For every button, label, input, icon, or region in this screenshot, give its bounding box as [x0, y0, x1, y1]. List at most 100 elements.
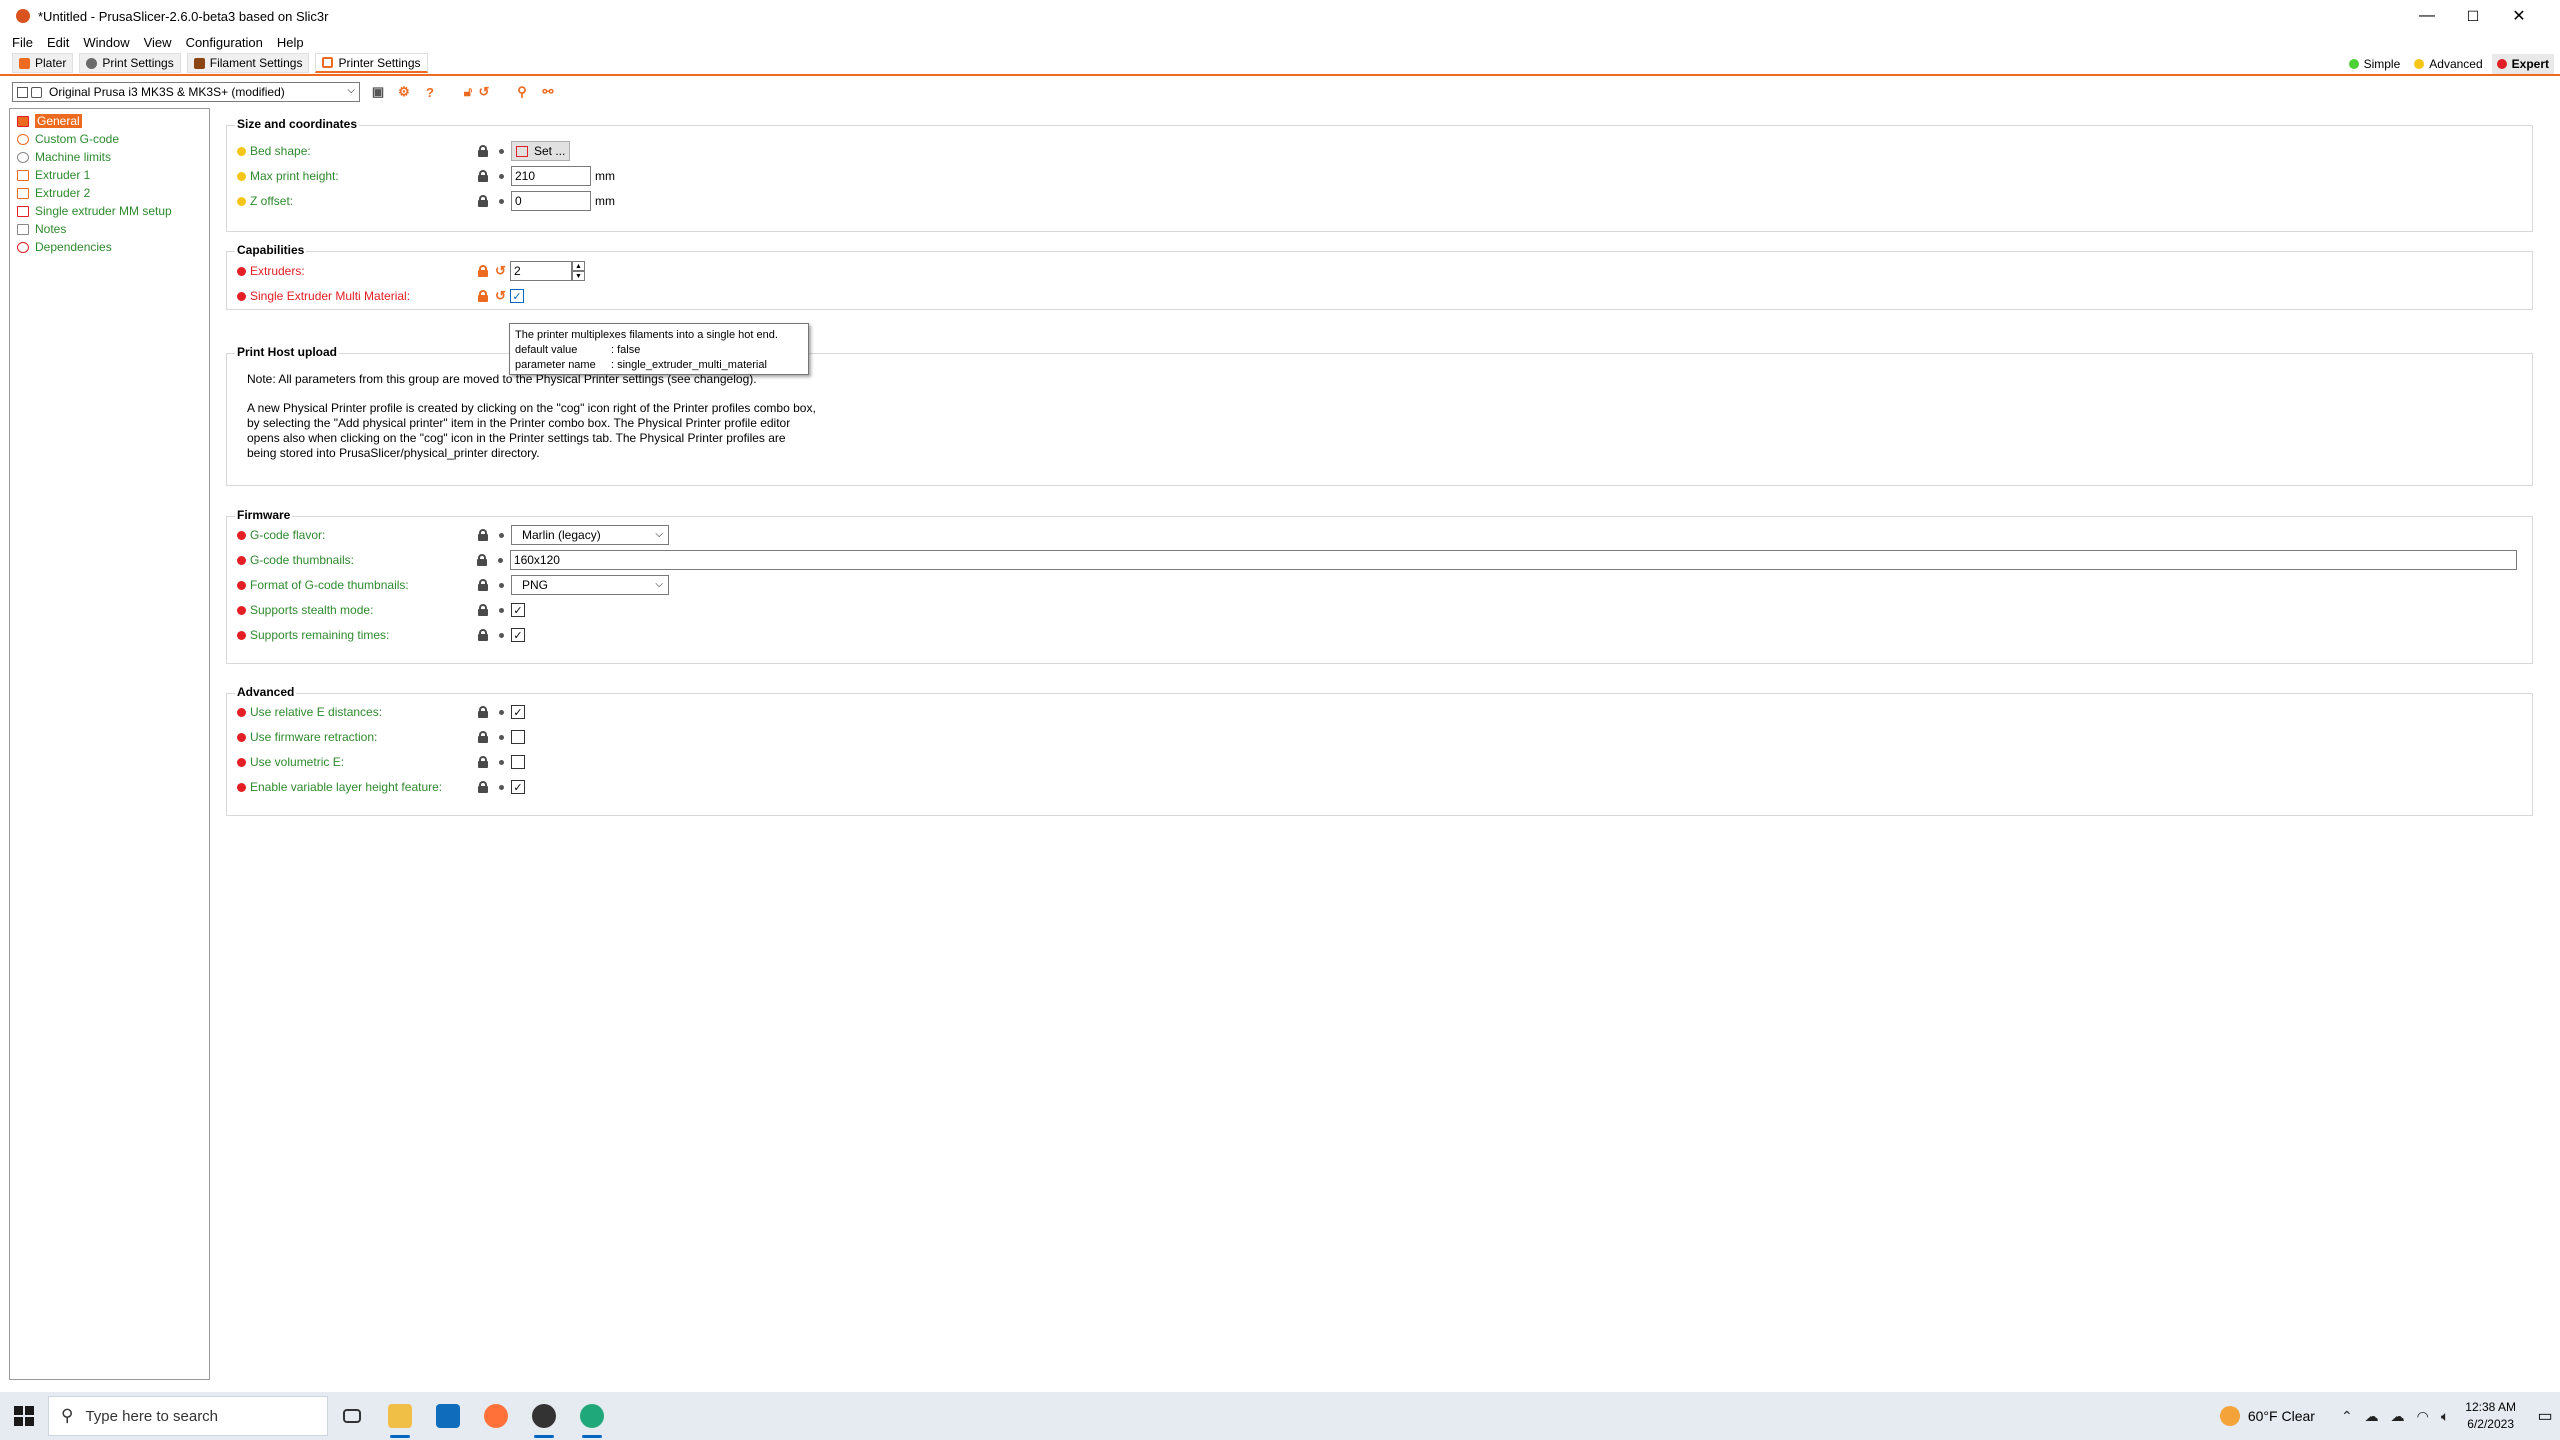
task-view-button[interactable]	[328, 1392, 376, 1440]
undo-icon[interactable]: ↺	[476, 84, 492, 100]
spin-up-icon[interactable]: ▲	[572, 261, 585, 271]
tab-plater[interactable]: Plater	[12, 53, 74, 73]
onedrive-icon[interactable]: ☁	[2365, 1408, 2379, 1425]
window-title: *Untitled - PrusaSlicer-2.6.0-beta3 base…	[38, 8, 329, 24]
close-button[interactable]: ✕	[2496, 0, 2542, 32]
sidebar-item-dependencies[interactable]: Dependencies	[10, 238, 209, 256]
lock-icon	[31, 86, 42, 98]
system-value-dot-icon	[499, 607, 504, 613]
notification-icon[interactable]: ▭	[2530, 1392, 2560, 1440]
max-print-height-input[interactable]: 210	[511, 166, 591, 186]
main-tab-bar: Plater Print Settings Filament Settings …	[0, 52, 2560, 76]
lock-icon[interactable]	[477, 579, 489, 591]
search-icon[interactable]: ⚲	[514, 84, 530, 100]
clock-time: 12:38 AM	[2465, 1400, 2516, 1414]
lock-open-icon[interactable]: 🔓︎	[460, 84, 476, 100]
volumetric-e-checkbox[interactable]	[511, 755, 525, 769]
clock[interactable]: 12:38 AM 6/2/2023	[2465, 1399, 2516, 1433]
extruder-icon	[17, 187, 29, 199]
option-label: Extruders:	[250, 264, 305, 278]
start-button[interactable]	[0, 1392, 48, 1440]
lock-icon[interactable]	[477, 756, 489, 768]
sidebar-item-machine-limits[interactable]: Machine limits	[10, 148, 209, 166]
tab-printer-settings[interactable]: Printer Settings	[315, 53, 428, 73]
mode-advanced[interactable]: Advanced	[2409, 54, 2487, 74]
expert-bullet-icon	[237, 266, 246, 276]
lock-icon[interactable]	[477, 170, 489, 182]
printer-preset-combo[interactable]: Original Prusa i3 MK3S & MK3S+ (modified…	[12, 82, 360, 102]
vertical-scrollbar[interactable]	[2543, 76, 2560, 1396]
menu-edit[interactable]: Edit	[47, 35, 69, 50]
host-description-text: A new Physical Printer profile is create…	[247, 401, 816, 460]
menu-configuration[interactable]: Configuration	[186, 35, 263, 50]
edge-icon	[580, 1404, 604, 1428]
tab-filament-settings[interactable]: Filament Settings	[186, 53, 310, 73]
menu-window[interactable]: Window	[83, 35, 129, 50]
mode-expert[interactable]: Expert	[2491, 54, 2554, 74]
gcode-flavor-select[interactable]: Marlin (legacy) ⌵	[511, 525, 669, 545]
minimize-button[interactable]: —	[2404, 0, 2450, 32]
option-gcode-thumbnails: G-code thumbnails: 160x120	[237, 549, 2517, 571]
sidebar-item-extruder-1[interactable]: Extruder 1	[10, 166, 209, 184]
lock-open-icon[interactable]	[477, 290, 489, 302]
option-label: Supports remaining times:	[250, 628, 390, 642]
z-offset-input[interactable]: 0	[511, 191, 591, 211]
relative-e-checkbox[interactable]: ✓	[511, 705, 525, 719]
sidebar-item-single-extruder-mm[interactable]: Single extruder MM setup	[10, 202, 209, 220]
system-value-dot-icon	[499, 532, 504, 538]
system-value-dot-icon	[499, 582, 504, 588]
undo-icon[interactable]: ↺	[495, 288, 507, 304]
weather-widget[interactable]: 60°F Clear	[2219, 1406, 2315, 1426]
gcode-thumbnails-input[interactable]: 160x120	[509, 550, 2517, 570]
save-preset-icon[interactable]: ▣	[370, 84, 386, 100]
lock-icon[interactable]	[477, 731, 489, 743]
lock-icon[interactable]	[477, 781, 489, 793]
spin-down-icon[interactable]: ▼	[572, 271, 585, 281]
lock-icon[interactable]	[477, 706, 489, 718]
sidebar-item-general[interactable]: General	[10, 112, 209, 130]
lock-icon[interactable]	[477, 195, 489, 207]
taskbar-edge[interactable]	[568, 1392, 616, 1440]
maximize-button[interactable]: ☐	[2450, 0, 2496, 32]
menu-help[interactable]: Help	[277, 35, 304, 50]
network-icon[interactable]: ◠	[2417, 1408, 2429, 1425]
thumbnail-format-select[interactable]: PNG ⌵	[511, 575, 669, 595]
lock-icon[interactable]	[477, 604, 489, 616]
question-icon[interactable]: ?	[422, 84, 438, 100]
firmware-retraction-checkbox[interactable]	[511, 730, 525, 744]
lock-open-icon[interactable]	[477, 265, 489, 277]
chevron-down-icon: ⌵	[347, 85, 355, 96]
expert-bullet-icon	[237, 782, 246, 792]
taskbar-file-explorer[interactable]	[376, 1392, 424, 1440]
lock-icon[interactable]	[477, 145, 489, 157]
bed-shape-set-button[interactable]: Set ...	[511, 141, 571, 161]
taskbar-prusaslicer[interactable]	[520, 1392, 568, 1440]
stealth-mode-checkbox[interactable]: ✓	[511, 603, 525, 617]
lock-icon[interactable]	[476, 554, 488, 566]
taskbar-firefox[interactable]	[472, 1392, 520, 1440]
variable-layer-height-checkbox[interactable]: ✓	[511, 780, 525, 794]
taskbar-search-box[interactable]: ⚲ Type here to search	[48, 1396, 328, 1436]
compare-icon[interactable]: ⚯	[540, 84, 556, 100]
cog-icon[interactable]: ⚙	[396, 84, 412, 100]
sidebar-item-notes[interactable]: Notes	[10, 220, 209, 238]
tab-print-settings[interactable]: Print Settings	[79, 53, 181, 73]
system-value-dot-icon	[499, 759, 504, 765]
sidebar-item-extruder-2[interactable]: Extruder 2	[10, 184, 209, 202]
group-capabilities: Capabilities Extruders: ↺ 2 ▲ ▼ Single Ex…	[226, 243, 2533, 310]
chevron-up-icon[interactable]: ⌃	[2341, 1408, 2353, 1425]
cloud-icon[interactable]: ☁	[2391, 1408, 2405, 1425]
single-extruder-mm-checkbox[interactable]: ✓	[510, 289, 524, 303]
menu-file[interactable]: File	[12, 35, 33, 50]
sidebar-item-custom-gcode[interactable]: Custom G-code	[10, 130, 209, 148]
lock-icon[interactable]	[477, 629, 489, 641]
menu-view[interactable]: View	[144, 35, 172, 50]
extruders-spinner[interactable]: ▲ ▼	[572, 261, 585, 281]
remaining-times-checkbox[interactable]: ✓	[511, 628, 525, 642]
taskbar-mail[interactable]	[424, 1392, 472, 1440]
extruders-input[interactable]: 2	[510, 261, 572, 281]
speaker-icon[interactable]: 🔈︎	[2441, 1408, 2449, 1425]
undo-icon[interactable]: ↺	[495, 263, 507, 279]
mode-simple[interactable]: Simple	[2344, 54, 2406, 74]
lock-icon[interactable]	[477, 529, 489, 541]
